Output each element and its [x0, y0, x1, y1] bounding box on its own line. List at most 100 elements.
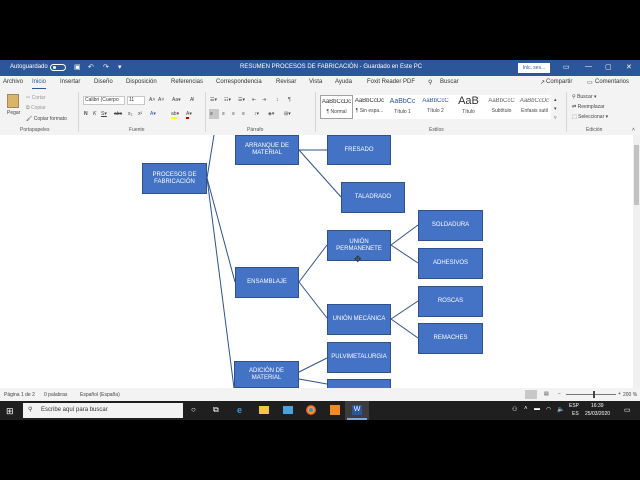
language-bottom[interactable]: ES: [572, 411, 579, 417]
italic-icon[interactable]: K: [93, 111, 96, 117]
paste-button[interactable]: Pegar: [7, 110, 20, 116]
node-ensamblaje[interactable]: ENSAMBLAJE: [235, 267, 299, 298]
line-spacing-icon[interactable]: ↕▾: [254, 111, 259, 117]
web-layout-icon[interactable]: ▤: [544, 391, 549, 397]
tab-disposicion[interactable]: Disposición: [126, 79, 157, 85]
style-heading-2[interactable]: AaBbCcC Título 2: [419, 95, 452, 119]
style-heading-1[interactable]: AaBbCc Título 1: [386, 95, 419, 119]
font-size-select[interactable]: 11: [127, 96, 145, 105]
styles-more-icon[interactable]: ▿: [554, 115, 557, 121]
node-pulvimetalurgia[interactable]: PULVIMETALURGIA: [327, 342, 391, 373]
page-count[interactable]: Página 1 de 2: [4, 392, 35, 398]
people-icon[interactable]: ⚇: [512, 406, 517, 413]
show-marks-icon[interactable]: ¶: [288, 97, 291, 103]
minimize-icon[interactable]: —: [585, 63, 592, 70]
bold-icon[interactable]: N: [84, 111, 88, 117]
comments-icon[interactable]: ▭: [587, 79, 593, 86]
clear-formatting-icon[interactable]: A̸: [190, 97, 193, 103]
underline-icon[interactable]: S▾: [101, 111, 107, 117]
tab-referencias[interactable]: Referencias: [171, 79, 203, 85]
redo-icon[interactable]: ↷: [103, 63, 109, 71]
show-hidden-icons-icon[interactable]: ˄: [524, 406, 528, 412]
format-painter-button[interactable]: 🖌 Copiar formato: [26, 116, 67, 122]
node-arranque-material[interactable]: ARRANQUE DE MATERIAL: [235, 135, 299, 165]
node-fresado[interactable]: FRESADO: [327, 135, 391, 165]
customize-qat-icon[interactable]: ▾: [118, 63, 122, 71]
share-button[interactable]: Compartir: [546, 79, 572, 85]
node-taladrado[interactable]: TALADRADO: [341, 182, 405, 213]
vertical-scrollbar[interactable]: [633, 135, 640, 388]
replace-button[interactable]: ⇄ Reemplazar: [572, 104, 605, 110]
comments-button[interactable]: Comentarios: [595, 79, 629, 85]
justify-icon[interactable]: ≡: [242, 111, 245, 117]
superscript-icon[interactable]: x²: [138, 111, 142, 117]
highlight-icon[interactable]: ab▾: [171, 111, 179, 119]
node-procesos-fabricacion[interactable]: PROCESOS DE FABRICACIÓN: [142, 163, 207, 194]
windows-start-icon[interactable]: ⊞: [6, 406, 14, 417]
numbering-icon[interactable]: ☷▾: [224, 97, 231, 103]
sign-in-button[interactable]: Inic. ses...: [518, 63, 550, 73]
autosave-toggle[interactable]: [50, 64, 66, 71]
tab-revisar[interactable]: Revisar: [276, 79, 296, 85]
tab-foxit[interactable]: Foxit Reader PDF: [367, 79, 415, 85]
select-button[interactable]: ⬚ Seleccionar ▾: [572, 114, 608, 120]
tab-insertar[interactable]: Insertar: [60, 79, 80, 85]
grow-font-icon[interactable]: A˄: [149, 97, 155, 103]
tab-archivo[interactable]: Archivo: [3, 79, 23, 85]
task-view-icon[interactable]: ⧉: [213, 405, 219, 415]
decrease-indent-icon[interactable]: ⇤: [252, 97, 256, 103]
save-icon[interactable]: ▣: [74, 63, 81, 71]
styles-scroll-down-icon[interactable]: ▾: [554, 106, 557, 112]
tab-diseno[interactable]: Diseño: [94, 79, 113, 85]
node-roscas[interactable]: ROSCAS: [418, 286, 483, 317]
find-button[interactable]: ⚲ Buscar ▾: [572, 94, 597, 100]
cut-button[interactable]: ✂ Cortar: [26, 95, 46, 101]
word-count[interactable]: 0 palabras: [44, 392, 67, 398]
style-subtle-emphasis[interactable]: AaBbCcDc Énfasis sutil: [518, 95, 551, 119]
font-family-select[interactable]: Calibri (Cuerpo: [83, 96, 125, 105]
notifications-icon[interactable]: ▭: [624, 406, 631, 414]
shrink-font-icon[interactable]: A˅: [158, 97, 164, 103]
close-icon[interactable]: ✕: [626, 63, 632, 71]
text-effects-icon[interactable]: A▾: [150, 111, 156, 117]
taskbar-search[interactable]: ⚲ Escribe aquí para buscar: [23, 403, 183, 418]
borders-icon[interactable]: ⊞▾: [284, 111, 291, 117]
zoom-out-icon[interactable]: −: [558, 391, 561, 397]
tab-correspondencia[interactable]: Correspondencia: [216, 79, 262, 85]
increase-indent-icon[interactable]: ⇥: [262, 97, 266, 103]
cortana-icon[interactable]: ○: [191, 405, 196, 414]
document-canvas[interactable]: PROCESOS DE FABRICACIÓN ARRANQUE DE MATE…: [0, 135, 633, 388]
style-normal[interactable]: AaBbCcDc ¶ Normal: [320, 95, 353, 119]
network-icon[interactable]: ▬: [534, 406, 540, 412]
node-remaches[interactable]: REMACHES: [418, 323, 483, 354]
zoom-in-icon[interactable]: +: [618, 391, 621, 397]
style-no-spacing[interactable]: AaBbCcDc ¶ Sin espa...: [353, 95, 386, 119]
subscript-icon[interactable]: x₂: [128, 111, 132, 117]
chrome-icon[interactable]: [306, 405, 316, 415]
maximize-icon[interactable]: ▢: [605, 63, 612, 71]
change-case-icon[interactable]: Aa▾: [172, 97, 181, 103]
zoom-slider-handle[interactable]: [593, 391, 595, 398]
zoom-slider[interactable]: [566, 394, 616, 395]
styles-scroll-up-icon[interactable]: ▴: [554, 97, 557, 103]
bullets-icon[interactable]: ☰▾: [210, 97, 217, 103]
node-soldadura[interactable]: SOLDADURA: [418, 210, 483, 241]
scrollbar-thumb[interactable]: [634, 145, 639, 205]
clock-time[interactable]: 16:39: [591, 403, 604, 409]
tab-vista[interactable]: Vista: [309, 79, 322, 85]
shading-icon[interactable]: ◈▾: [268, 111, 274, 117]
tab-inicio[interactable]: Inicio: [32, 79, 47, 89]
node-adicion-material[interactable]: ADICIÓN DE MATERIAL: [234, 361, 299, 388]
print-layout-icon[interactable]: [525, 390, 537, 399]
file-explorer-icon[interactable]: [259, 406, 269, 414]
mail-icon[interactable]: [283, 406, 293, 414]
volume-icon[interactable]: 🔈: [557, 406, 564, 413]
sort-icon[interactable]: ↕: [276, 97, 279, 103]
multilevel-list-icon[interactable]: ☰▾: [238, 97, 245, 103]
align-center-icon[interactable]: ≡: [222, 111, 225, 117]
share-icon[interactable]: ↗: [540, 79, 545, 86]
node-adhesivos[interactable]: ADHESIVOS: [418, 248, 483, 279]
language-top[interactable]: ESP: [569, 403, 579, 409]
copy-button[interactable]: ⧉ Copiar: [26, 105, 46, 111]
align-right-icon[interactable]: ≡: [232, 111, 235, 117]
